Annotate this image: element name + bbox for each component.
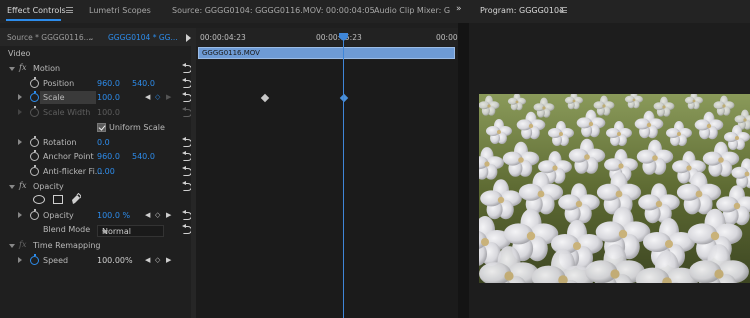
fx-icon[interactable]: fx — [19, 181, 26, 190]
scale-width-value: 100.0 — [97, 108, 120, 117]
stopwatch-active-icon[interactable] — [30, 91, 39, 102]
stopwatch-icon[interactable] — [30, 77, 39, 88]
timecode-end: 00:00 — [436, 33, 458, 42]
rotation-label: Rotation — [43, 138, 77, 147]
uniform-scale-checkbox[interactable] — [97, 123, 106, 132]
opacity-expand-icon[interactable] — [18, 212, 22, 218]
add-keyframe-icon[interactable]: ◇ — [155, 93, 160, 101]
rotation-value[interactable]: 0.0 — [97, 138, 110, 147]
program-menu-icon[interactable] — [560, 7, 567, 13]
source-sequence-header: Source * GGGG0116.... ⌄ GGGG0104 * GG... — [0, 28, 196, 46]
stopwatch-disabled-icon — [30, 106, 39, 117]
clip-name: GGGG0116.MOV — [202, 49, 260, 57]
fx-icon: fx — [19, 240, 27, 249]
anti-flicker-value[interactable]: 0.00 — [97, 167, 115, 176]
keyframe-track-area[interactable] — [196, 60, 458, 318]
opacity-label: Opacity — [43, 211, 74, 220]
sequence-dropdown-caret-icon[interactable]: ⌄ — [88, 33, 94, 42]
effect-controls-menu-icon[interactable] — [66, 7, 73, 13]
stopwatch-icon[interactable] — [30, 165, 39, 176]
scale-row: Scale 100.0 ◀ ◇ ▶ — [0, 91, 196, 105]
more-tabs-chevron-icon[interactable]: » — [456, 4, 462, 14]
sequence-clip-label[interactable]: GGGG0104 * GG... — [108, 33, 178, 42]
time-remapping-label: Time Remapping — [33, 241, 101, 250]
time-remapping-collapse-icon[interactable] — [9, 244, 15, 248]
scale-label: Scale — [43, 93, 65, 102]
opacity-value[interactable]: 100.0 % — [97, 211, 130, 220]
anti-flicker-row: Anti-flicker Fi... 0.00 — [0, 165, 196, 179]
anchor-x-value[interactable]: 960.0 — [97, 152, 120, 161]
program-video-frame[interactable] — [479, 94, 750, 283]
scale-width-expand-icon — [18, 109, 22, 115]
motion-effect-row[interactable]: fx Motion — [0, 62, 196, 76]
ec-timeline-ruler[interactable]: 00:00:04:23 00:00:05:23 00:00 — [196, 28, 458, 46]
tab-effect-controls[interactable]: Effect Controls — [7, 6, 66, 15]
master-clip-label[interactable]: Source * GGGG0116.... — [7, 33, 93, 42]
video-header-label: Video — [8, 49, 31, 58]
playhead-line[interactable] — [343, 37, 344, 318]
position-row: Position 960.0 540.0 — [0, 77, 196, 91]
tab-source[interactable]: Source: GGGG0104: GGGG0116.MOV: 00:00:04… — [172, 6, 375, 15]
anti-flicker-label: Anti-flicker Fi... — [43, 167, 103, 176]
tab-lumetri-scopes[interactable]: Lumetri Scopes — [89, 6, 151, 15]
stopwatch-icon[interactable] — [30, 136, 39, 147]
rotation-expand-icon[interactable] — [18, 139, 22, 145]
next-keyframe-icon[interactable]: ▶ — [166, 93, 171, 101]
next-keyframe-icon[interactable]: ▶ — [166, 211, 171, 219]
motion-label: Motion — [33, 64, 61, 73]
position-x-value[interactable]: 960.0 — [97, 79, 120, 88]
fx-icon[interactable]: fx — [19, 63, 26, 72]
pen-mask-icon[interactable] — [71, 193, 81, 205]
rotation-row: Rotation 0.0 — [0, 136, 196, 150]
blend-mode-select[interactable]: Normal — [97, 225, 164, 237]
panel-tab-bar: Effect Controls Lumetri Scopes Source: G… — [0, 0, 750, 23]
uniform-scale-row: Uniform Scale — [0, 121, 196, 135]
chevron-down-icon — [102, 230, 108, 234]
stopwatch-icon[interactable] — [30, 209, 39, 220]
active-tab-indicator — [6, 19, 61, 21]
scale-width-label: Scale Width — [43, 108, 91, 117]
rectangle-mask-icon[interactable] — [53, 195, 63, 204]
scale-width-row: Scale Width 100.0 — [0, 106, 196, 120]
opacity-effect-row[interactable]: fx Opacity — [0, 180, 196, 194]
anchor-point-label: Anchor Point — [43, 152, 94, 161]
prev-keyframe-icon[interactable]: ◀ — [145, 211, 150, 219]
speed-label: Speed — [43, 256, 69, 265]
play-only-clip-icon[interactable] — [186, 34, 191, 42]
opacity-row: Opacity 100.0 % ◀ ◇ ▶ — [0, 209, 196, 223]
panel-splitter[interactable] — [458, 23, 469, 318]
speed-row: Speed 100.00% ◀ ◇ ▶ — [0, 254, 196, 268]
add-keyframe-icon[interactable]: ◇ — [155, 211, 160, 219]
tab-program[interactable]: Program: GGGG0104 — [480, 6, 564, 15]
stopwatch-icon[interactable] — [30, 150, 39, 161]
stopwatch-active-icon[interactable] — [30, 254, 39, 265]
ellipse-mask-icon[interactable] — [33, 195, 45, 204]
tab-audio-clip-mixer[interactable]: Audio Clip Mixer: G — [374, 6, 454, 15]
timecode-mid: 00:00:05:23 — [316, 33, 362, 42]
scale-expand-icon[interactable] — [18, 94, 22, 100]
speed-expand-icon[interactable] — [18, 257, 22, 263]
prev-keyframe-icon[interactable]: ◀ — [145, 93, 150, 101]
next-keyframe-icon[interactable]: ▶ — [166, 256, 171, 264]
position-y-value[interactable]: 540.0 — [132, 79, 155, 88]
opacity-collapse-icon[interactable] — [9, 185, 15, 189]
scale-value[interactable]: 100.0 — [97, 93, 120, 102]
blend-mode-label: Blend Mode — [43, 225, 91, 234]
anchor-point-row: Anchor Point 960.0 540.0 — [0, 150, 196, 164]
position-label: Position — [43, 79, 75, 88]
prev-keyframe-icon[interactable]: ◀ — [145, 256, 150, 264]
timecode-start: 00:00:04:23 — [200, 33, 246, 42]
timeline-clip[interactable]: GGGG0116.MOV — [198, 47, 455, 59]
anchor-y-value[interactable]: 540.0 — [132, 152, 155, 161]
video-section-header: Video — [0, 47, 196, 61]
speed-value[interactable]: 100.00% — [97, 256, 133, 265]
uniform-scale-label: Uniform Scale — [109, 123, 165, 132]
time-remapping-row[interactable]: fx Time Remapping — [0, 239, 196, 253]
ec-vertical-divider — [191, 44, 196, 318]
add-keyframe-icon[interactable]: ◇ — [155, 256, 160, 264]
opacity-effect-label: Opacity — [33, 182, 64, 191]
motion-collapse-icon[interactable] — [9, 67, 15, 71]
